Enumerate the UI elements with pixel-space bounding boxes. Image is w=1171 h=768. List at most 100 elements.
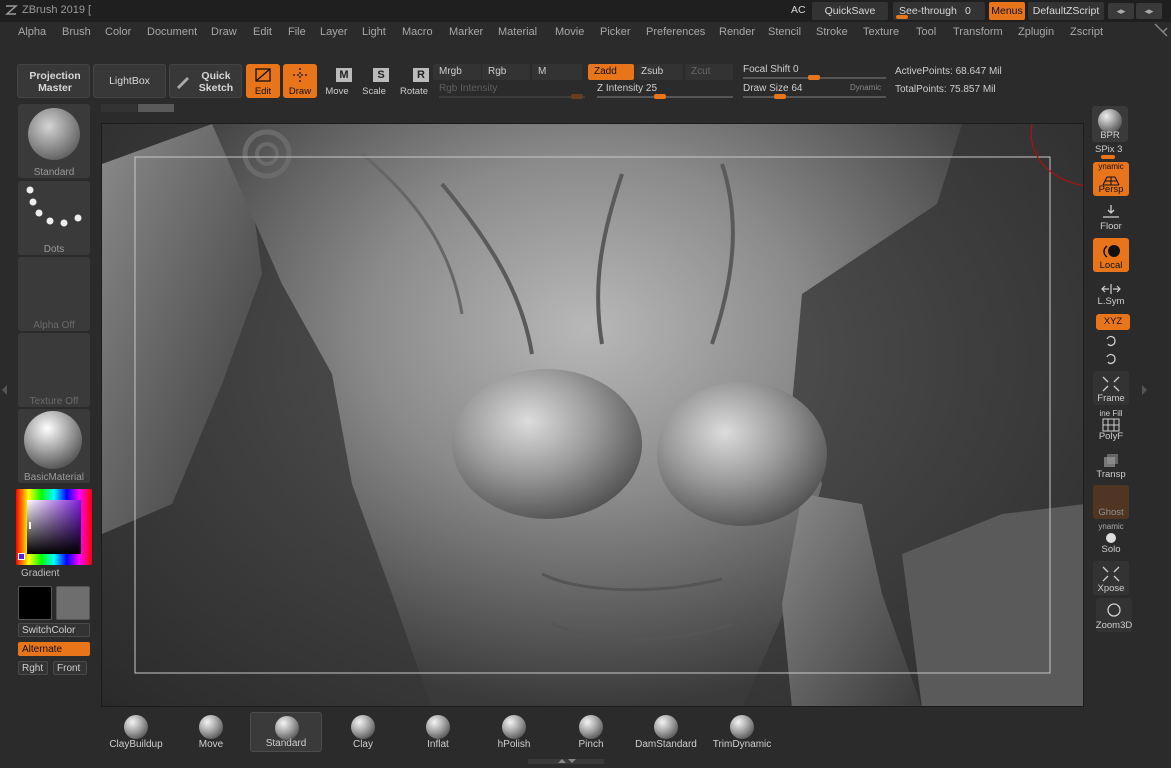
spix-label[interactable]: SPix 3: [1095, 144, 1122, 155]
document-tab-1[interactable]: [101, 104, 137, 112]
z-intensity-knob[interactable]: [654, 94, 666, 99]
front-view-button[interactable]: Front: [53, 661, 87, 675]
zsub-button[interactable]: Zsub: [635, 64, 683, 80]
move-tool-icon[interactable]: [1153, 22, 1169, 40]
menu-preferences[interactable]: Preferences: [646, 26, 705, 38]
rgb-intensity-knob[interactable]: [571, 94, 583, 99]
xyz-button[interactable]: XYZ: [1096, 314, 1130, 330]
primary-color-swatch[interactable]: [18, 586, 52, 620]
lsym-button[interactable]: L.Sym: [1093, 278, 1129, 308]
brush-standard[interactable]: Standard: [250, 712, 322, 752]
brush-trimdynamic[interactable]: TrimDynamic: [706, 712, 778, 752]
ac-label[interactable]: AC: [791, 4, 806, 16]
menu-stencil[interactable]: Stencil: [768, 26, 801, 38]
focal-shift-knob[interactable]: [808, 75, 820, 80]
frame-button[interactable]: Frame: [1093, 371, 1129, 405]
menu-picker[interactable]: Picker: [600, 26, 631, 38]
tray-left-toggle-icon[interactable]: ◂▸: [1108, 3, 1134, 19]
menu-tool[interactable]: Tool: [916, 26, 936, 38]
menu-movie[interactable]: Movie: [555, 26, 584, 38]
sculpt-model[interactable]: [102, 124, 1084, 707]
menu-texture[interactable]: Texture: [863, 26, 899, 38]
draw-size-track[interactable]: [743, 96, 886, 98]
switch-color-button[interactable]: SwitchColor: [18, 623, 90, 637]
solo-button[interactable]: ynamic Solo: [1093, 522, 1129, 556]
floor-button[interactable]: Floor: [1093, 199, 1129, 233]
alternate-button[interactable]: Alternate: [18, 642, 90, 656]
texture-thumbnail[interactable]: Texture Off: [18, 333, 90, 407]
menu-color[interactable]: Color: [105, 26, 131, 38]
spix-knob[interactable]: [1101, 155, 1115, 159]
default-zscript-button[interactable]: DefaultZScript: [1028, 2, 1104, 20]
quicksave-button[interactable]: QuickSave: [812, 2, 888, 20]
brush-claybuildup[interactable]: ClayBuildup: [100, 712, 172, 752]
brush-clay[interactable]: Clay: [327, 712, 399, 752]
edit-mode-button[interactable]: Edit: [246, 64, 280, 98]
brush-inflat[interactable]: Inflat: [402, 712, 474, 752]
menu-document[interactable]: Document: [147, 26, 197, 38]
rgb-intensity-track[interactable]: [439, 96, 585, 98]
canvas-viewport[interactable]: [101, 123, 1084, 707]
draw-mode-button[interactable]: Draw: [283, 64, 317, 98]
quick-sketch-button[interactable]: Quick Sketch: [169, 64, 242, 98]
color-cursor[interactable]: [29, 522, 31, 529]
document-tab-2[interactable]: [138, 104, 174, 112]
menu-light[interactable]: Light: [362, 26, 386, 38]
menu-zplugin[interactable]: Zplugin: [1018, 26, 1054, 38]
projection-master-button[interactable]: Projection Master: [17, 64, 90, 98]
left-tray-arrow-icon[interactable]: [2, 385, 8, 395]
menu-render[interactable]: Render: [719, 26, 755, 38]
ghost-button[interactable]: Ghost: [1093, 485, 1129, 519]
menu-brush[interactable]: Brush: [62, 26, 91, 38]
transp-button[interactable]: Transp: [1093, 447, 1129, 481]
see-through-slider[interactable]: See-through 0: [893, 2, 985, 20]
gradient-label[interactable]: Gradient: [21, 568, 59, 579]
brush-hpolish[interactable]: hPolish: [478, 712, 550, 752]
polyf-button[interactable]: ine Fill PolyF: [1093, 409, 1129, 443]
menus-toggle[interactable]: Menus: [989, 2, 1025, 20]
zoom3d-button[interactable]: Zoom3D: [1096, 598, 1132, 632]
m-button[interactable]: M: [532, 64, 582, 80]
tray-right-toggle-icon[interactable]: ◂▸: [1136, 3, 1162, 19]
rgb-button[interactable]: Rgb: [482, 64, 530, 80]
xpose-button[interactable]: Xpose: [1093, 561, 1129, 595]
rotate-mode-button[interactable]: R Rotate: [397, 64, 431, 98]
draw-size-knob[interactable]: [774, 94, 786, 99]
persp-button[interactable]: ynamic Persp: [1093, 162, 1129, 196]
scale-mode-button[interactable]: S Scale: [357, 64, 391, 98]
brush-move[interactable]: Move: [175, 712, 247, 752]
menu-marker[interactable]: Marker: [449, 26, 483, 38]
material-thumbnail[interactable]: BasicMaterial: [18, 409, 90, 483]
menu-file[interactable]: File: [288, 26, 306, 38]
menu-zscript[interactable]: Zscript: [1070, 26, 1103, 38]
brush-thumbnail[interactable]: Standard: [18, 104, 90, 178]
zadd-button[interactable]: Zadd: [588, 64, 634, 80]
bpr-button[interactable]: BPR: [1092, 106, 1128, 142]
stroke-thumbnail[interactable]: Dots: [18, 181, 90, 255]
dynamic-toggle[interactable]: Dynamic: [850, 83, 881, 92]
menu-alpha[interactable]: Alpha: [18, 26, 46, 38]
brush-damstandard[interactable]: DamStandard: [630, 712, 702, 752]
alpha-thumbnail[interactable]: Alpha Off: [18, 257, 90, 331]
see-through-knob[interactable]: [896, 15, 908, 19]
move-mode-button[interactable]: M Move: [320, 64, 354, 98]
menu-stroke[interactable]: Stroke: [816, 26, 848, 38]
brush-pinch[interactable]: Pinch: [555, 712, 627, 752]
bottom-tray-toggle-icon[interactable]: [528, 757, 604, 766]
right-tray-arrow-icon[interactable]: [1141, 385, 1147, 395]
menu-macro[interactable]: Macro: [402, 26, 433, 38]
menu-draw[interactable]: Draw: [211, 26, 237, 38]
rotate-y-icon[interactable]: [1104, 335, 1118, 348]
color-picker[interactable]: [16, 489, 92, 565]
secondary-color-swatch[interactable]: [56, 586, 90, 620]
menu-transform[interactable]: Transform: [953, 26, 1003, 38]
menu-layer[interactable]: Layer: [320, 26, 348, 38]
color-saturation-square[interactable]: [27, 500, 81, 554]
zcut-button[interactable]: Zcut: [685, 64, 733, 80]
rotate-z-icon[interactable]: [1104, 353, 1118, 366]
lightbox-button[interactable]: LightBox: [93, 64, 166, 98]
menu-edit[interactable]: Edit: [253, 26, 272, 38]
right-view-button[interactable]: Rght: [18, 661, 48, 675]
mrgb-button[interactable]: Mrgb: [433, 64, 481, 80]
local-button[interactable]: Local: [1093, 238, 1129, 272]
